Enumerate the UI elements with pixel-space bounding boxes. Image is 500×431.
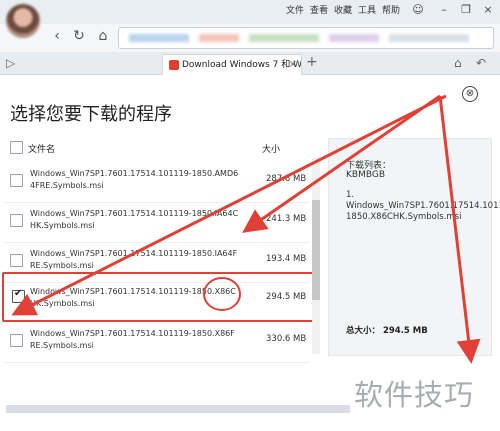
select-all-checkbox[interactable] (10, 141, 23, 154)
download-list-sub: KBMBGB (346, 170, 386, 180)
sidebar-toggle-icon[interactable]: ▷ (6, 56, 15, 70)
file-size: 241.3 MB (266, 214, 307, 224)
tab-title: Download Windows 7 和 Wi (182, 60, 302, 70)
close-window-icon[interactable]: × (480, 2, 496, 18)
file-name: Windows_Win7SP1.7601.17514.101119-1850.X… (30, 287, 236, 308)
file-checkbox[interactable] (10, 334, 23, 347)
file-row[interactable]: Windows_Win7SP1.7601.17514.101119-1850.A… (4, 162, 310, 203)
watermark: 软件技巧 (354, 378, 475, 412)
header-size: 大小 (262, 145, 281, 155)
file-checkbox[interactable] (10, 174, 23, 187)
minimize-icon[interactable]: – (436, 2, 452, 18)
file-size: 287.8 MB (266, 174, 307, 184)
menu-file[interactable]: 文件 (286, 3, 304, 16)
undo-icon[interactable]: ↶ (476, 56, 486, 70)
office-icon (169, 59, 179, 70)
file-name: Windows_Win7SP1.7601.17514.101119-1850.I… (30, 249, 238, 270)
new-tab-button[interactable]: + (306, 54, 318, 70)
file-row[interactable]: Windows_Win7SP1.7601.17514.101119-1850.X… (4, 322, 310, 363)
avatar[interactable] (6, 4, 40, 38)
file-size: 193.4 MB (266, 254, 307, 264)
total-size: 总大小： 294.5 MB (346, 326, 428, 336)
file-size: 330.6 MB (266, 334, 307, 344)
file-name: Windows_Win7SP1.7601.17514.101119-1850.I… (30, 209, 239, 230)
file-checkbox[interactable] (10, 214, 23, 227)
download-list-item: 1. Windows_Win7SP1.7601.17514.101119-185… (346, 190, 500, 222)
list-header: 文件名 大小 (10, 140, 310, 158)
address-bar[interactable] (118, 27, 494, 49)
menu-tools[interactable]: 工具 (358, 3, 376, 16)
skin-icon[interactable]: ☺ (410, 2, 426, 18)
file-row-selected[interactable]: Windows_Win7SP1.7601.17514.101119-1850.X… (2, 272, 316, 322)
tab-close-icon[interactable]: × (289, 55, 297, 75)
file-checkbox[interactable] (10, 254, 23, 267)
file-row[interactable]: Windows_Win7SP1.7601.17514.101119-1850.I… (4, 202, 310, 243)
restore-icon[interactable]: ❐ (458, 2, 474, 18)
file-name: Windows_Win7SP1.7601.17514.101119-1850.A… (30, 169, 239, 190)
menu-favorites[interactable]: 收藏 (334, 3, 352, 16)
dialog-title: 选择您要下载的程序 (10, 104, 172, 125)
menu-view[interactable]: 查看 (310, 3, 328, 16)
lock-icon[interactable]: ⌂ (454, 56, 462, 70)
file-checkbox-checked[interactable] (12, 288, 25, 303)
file-name: Windows_Win7SP1.7601.17514.101119-1850.X… (30, 329, 235, 350)
tab-download-windows[interactable]: Download Windows 7 和 Wi × (162, 54, 302, 75)
refresh-icon[interactable]: ↻ (70, 27, 88, 45)
menu-help[interactable]: 帮助 (382, 3, 400, 16)
header-name: 文件名 (28, 145, 56, 155)
list-scrollbar-thumb[interactable] (312, 200, 320, 300)
file-size: 294.5 MB (266, 292, 307, 302)
back-icon[interactable]: ‹ (48, 27, 66, 45)
close-dialog-button[interactable]: ⊗ (462, 86, 478, 102)
horizontal-scrollbar[interactable] (6, 405, 350, 413)
home-icon[interactable]: ⌂ (94, 27, 112, 45)
